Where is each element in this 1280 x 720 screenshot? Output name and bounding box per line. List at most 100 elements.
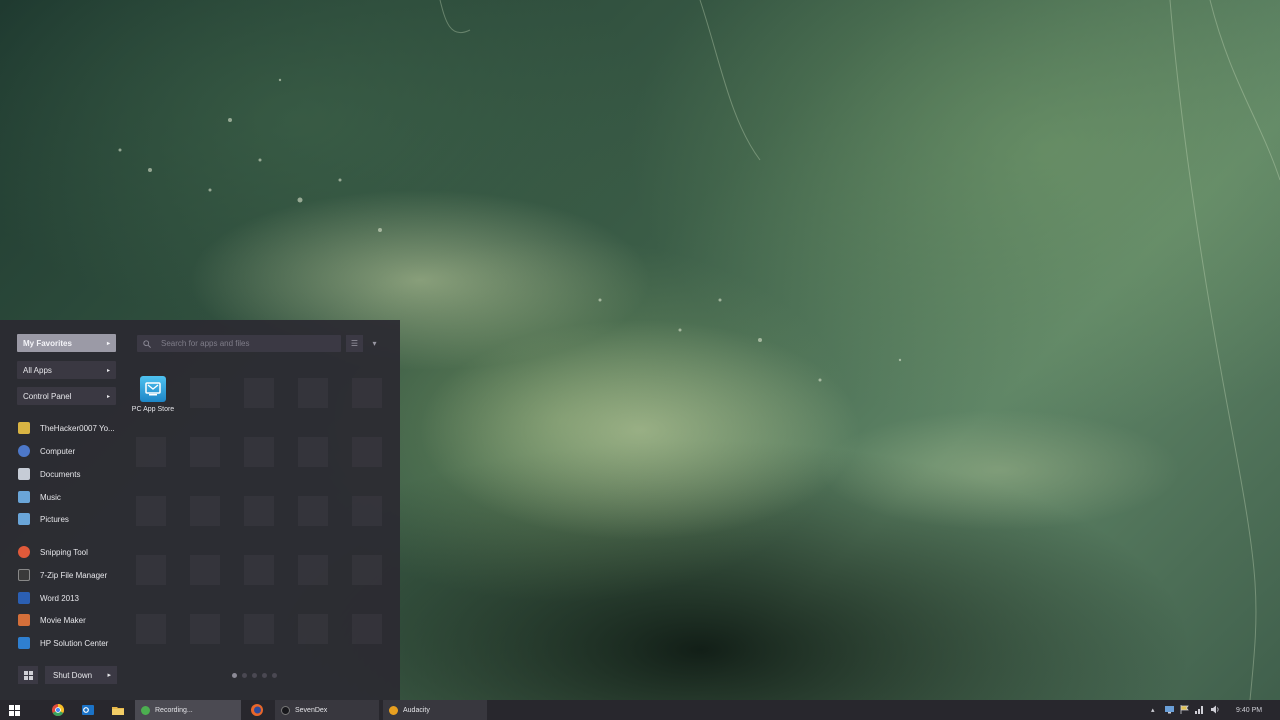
chrome-icon[interactable] (51, 703, 65, 717)
empty-tile-slot (190, 614, 220, 644)
empty-tile-slot (244, 614, 274, 644)
movie-maker-icon (18, 614, 30, 626)
pinned-item-label: Documents (40, 469, 81, 479)
empty-tile-slot (352, 496, 382, 526)
category-label: All Apps (23, 365, 52, 375)
pinned-item-label: Movie Maker (40, 615, 86, 625)
monitor-icon[interactable] (1165, 705, 1174, 714)
page-dot[interactable] (232, 673, 237, 678)
empty-tile-slot (244, 437, 274, 467)
empty-tile-slot (136, 496, 166, 526)
empty-tile-slot (190, 496, 220, 526)
task-audacity[interactable]: Audacity (383, 700, 487, 720)
pictures-icon (18, 513, 30, 525)
firefox-icon[interactable] (250, 703, 264, 717)
empty-tile-slot (136, 437, 166, 467)
empty-tile-slot (352, 555, 382, 585)
volume-icon[interactable] (1211, 705, 1220, 714)
all-apps-grid-button[interactable] (18, 666, 38, 684)
category-control-panel[interactable]: Control Panel ▸ (17, 387, 116, 405)
start-button[interactable] (0, 700, 28, 720)
tile-label: PC App Store (131, 406, 175, 413)
action-center-flag-icon[interactable] (1180, 705, 1189, 714)
pinned-item-computer[interactable]: Computer (18, 443, 116, 459)
pinned-item-snipping-tool[interactable]: Snipping Tool (18, 544, 116, 560)
empty-tile-slot (298, 437, 328, 467)
empty-tile-slot (190, 437, 220, 467)
system-clock[interactable]: 9:40 PM (1236, 700, 1262, 720)
empty-tile-slot (244, 555, 274, 585)
tile-pc-app-store[interactable]: PC App Store (129, 376, 177, 420)
search-input[interactable] (159, 338, 333, 349)
audacity-icon (389, 705, 398, 715)
task-recording[interactable]: Recording... (135, 700, 241, 720)
search-box[interactable] (137, 335, 341, 352)
pc-app-store-icon (140, 376, 166, 402)
pinned-item-label: Pictures (40, 514, 69, 524)
pinned-item-label: Word 2013 (40, 593, 79, 603)
pinned-item-label: HP Solution Center (40, 638, 109, 648)
pinned-item-label: 7-Zip File Manager (40, 570, 108, 580)
chevron-down-icon: ▾ (372, 339, 377, 348)
pinned-item-word[interactable]: Word 2013 (18, 590, 116, 606)
more-options-button[interactable]: ▾ (368, 335, 381, 352)
pinned-item-documents[interactable]: Documents (18, 466, 116, 482)
empty-tile-slot (352, 437, 382, 467)
sevendex-icon (281, 705, 290, 715)
computer-icon (18, 445, 30, 457)
grid-icon (23, 670, 33, 680)
music-icon (18, 491, 30, 503)
empty-tile-slot (136, 555, 166, 585)
pinned-item-pictures[interactable]: Pictures (18, 511, 116, 527)
page-indicator[interactable] (232, 673, 277, 678)
outlook-icon[interactable] (81, 703, 95, 717)
pinned-item-7zip[interactable]: 7-Zip File Manager (18, 567, 116, 583)
pinned-item-user-folder[interactable]: TheHacker0007 Yo... (18, 420, 116, 436)
view-options-button[interactable]: ☰ (346, 335, 363, 352)
network-icon[interactable] (1195, 705, 1204, 714)
word-icon (18, 592, 30, 604)
category-all-apps[interactable]: All Apps ▸ (17, 361, 116, 379)
page-dot[interactable] (242, 673, 247, 678)
pinned-item-label: Snipping Tool (40, 547, 88, 557)
task-sevendex[interactable]: SevenDex (275, 700, 379, 720)
pinned-item-music[interactable]: Music (18, 489, 116, 505)
show-hidden-icons-button[interactable]: ▴ (1151, 700, 1155, 720)
empty-tile-slot (190, 378, 220, 408)
empty-tile-slot (298, 555, 328, 585)
category-label: My Favorites (23, 338, 72, 348)
documents-icon (18, 468, 30, 480)
page-dot[interactable] (252, 673, 257, 678)
page-dot[interactable] (262, 673, 267, 678)
task-label: Audacity (403, 706, 430, 714)
pinned-item-label: Music (40, 492, 61, 502)
empty-tile-slot (352, 614, 382, 644)
recorder-icon (141, 705, 150, 715)
scissors-icon (18, 546, 30, 558)
pinned-item-label: Computer (40, 446, 76, 456)
category-label: Control Panel (23, 391, 72, 401)
caret-right-icon: ▸ (106, 393, 110, 400)
empty-tile-slot (298, 614, 328, 644)
user-folder-icon (18, 422, 30, 434)
empty-tile-slot (244, 378, 274, 408)
pinned-item-hp-solution-center[interactable]: HP Solution Center (18, 635, 116, 651)
list-view-icon: ☰ (350, 339, 359, 348)
pinned-item-movie-maker[interactable]: Movie Maker (18, 612, 116, 628)
pinned-item-label: TheHacker0007 Yo... (40, 423, 115, 433)
shutdown-button[interactable]: Shut Down ▸ (45, 666, 117, 684)
windows-logo-icon (8, 704, 20, 716)
page-dot[interactable] (272, 673, 277, 678)
file-explorer-icon[interactable] (111, 703, 125, 717)
caret-right-icon: ▸ (106, 340, 110, 347)
empty-tile-slot (244, 496, 274, 526)
empty-tile-slot (298, 496, 328, 526)
empty-tile-slot (190, 555, 220, 585)
caret-right-icon: ▸ (106, 367, 110, 374)
task-label: Recording... (155, 706, 193, 714)
task-label: SevenDex (295, 706, 328, 714)
caret-right-icon: ▸ (107, 672, 111, 679)
empty-tile-slot (352, 378, 382, 408)
hp-icon (18, 637, 30, 649)
category-my-favorites[interactable]: My Favorites ▸ (17, 334, 116, 352)
